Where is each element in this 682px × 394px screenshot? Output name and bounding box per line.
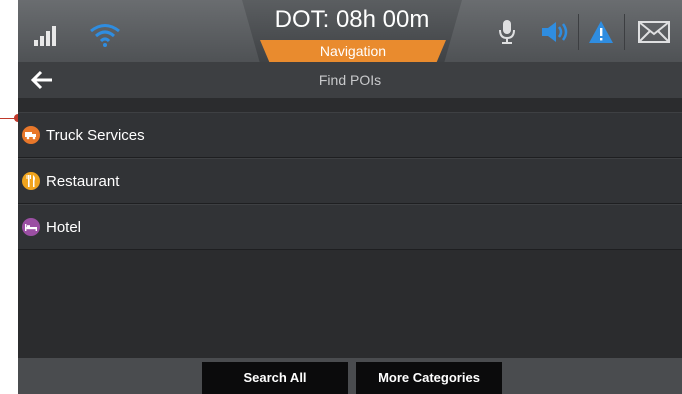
mail-envelope-icon[interactable]: [634, 14, 674, 50]
dot-timer-label: DOT: 08h 00m: [274, 6, 430, 33]
speaker-icon[interactable]: [538, 14, 574, 50]
search-all-button[interactable]: Search All: [202, 362, 348, 394]
list-item-label: Restaurant: [46, 172, 120, 190]
list-item-truck-services[interactable]: Truck Services: [18, 112, 682, 158]
device-screen: DOT: 08h 00m Navigation Find POIs Truck …: [18, 0, 682, 394]
signal-bars-icon: [34, 26, 60, 46]
status-separator: [624, 14, 625, 50]
truck-icon: [22, 126, 40, 144]
wifi-icon: [88, 22, 122, 48]
mode-badge[interactable]: Navigation: [260, 40, 446, 62]
fork-knife-icon: [22, 172, 40, 190]
warning-triangle-icon[interactable]: [586, 14, 616, 50]
bed-icon: [22, 218, 40, 236]
list-item-hotel[interactable]: Hotel: [18, 204, 682, 250]
list-item-label: Hotel: [46, 218, 82, 236]
poi-category-list: Truck Services Restaurant Hotel: [18, 112, 682, 250]
status-bar: DOT: 08h 00m Navigation: [18, 0, 682, 62]
bottom-action-bar: Search All More Categories: [18, 358, 682, 394]
list-item-label: Truck Services: [46, 126, 145, 144]
list-item-restaurant[interactable]: Restaurant: [18, 158, 682, 204]
microphone-icon[interactable]: [494, 14, 520, 50]
page-title: Find POIs: [318, 72, 382, 88]
status-separator: [578, 14, 579, 50]
more-categories-button[interactable]: More Categories: [356, 362, 502, 394]
title-bar: Find POIs: [18, 62, 682, 98]
